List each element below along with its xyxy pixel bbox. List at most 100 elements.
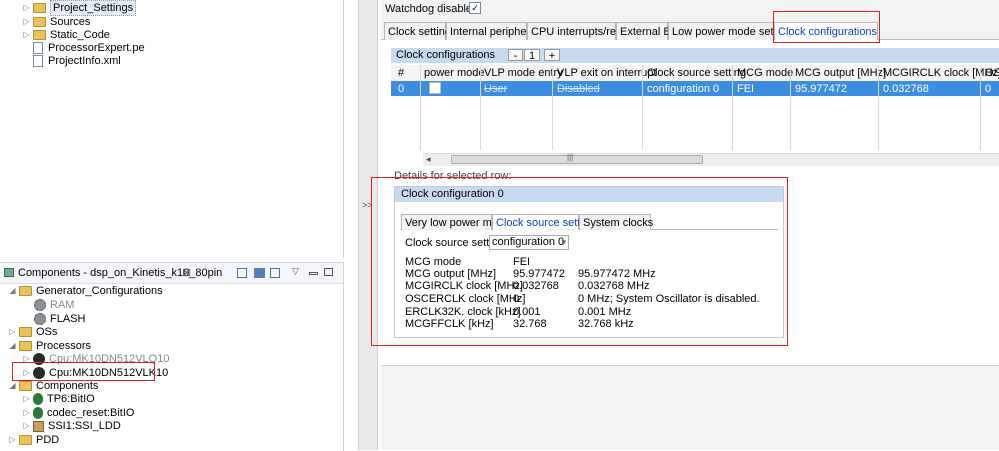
tab-clock-settings[interactable]: Clock settings: [384, 22, 456, 40]
minimize-icon[interactable]: [309, 272, 318, 275]
tree-item-label: Static_Code: [50, 29, 110, 41]
column-header-mcg-output[interactable]: MCG output [MHz]: [795, 66, 886, 81]
clock-source-setting-select[interactable]: configuration 0 ▾: [489, 235, 569, 250]
tree-item-label: ProcessorExpert.pe: [48, 42, 145, 54]
remove-row-button[interactable]: -: [508, 49, 523, 62]
panel-splitter[interactable]: >>: [358, 0, 378, 450]
tab-external-bus[interactable]: External Bus: [616, 22, 682, 40]
add-row-button[interactable]: +: [544, 49, 560, 62]
column-divider: [480, 65, 481, 150]
expand-arrow-icon[interactable]: ▷: [22, 366, 31, 380]
tree-item-flash[interactable]: FLASH: [34, 312, 85, 326]
scroll-left-icon[interactable]: ◂: [426, 154, 431, 165]
collapse-arrow-icon[interactable]: ◢: [8, 339, 17, 353]
row-count-field[interactable]: 1: [524, 49, 540, 62]
cell-mcgirclk: 0.032768: [883, 83, 929, 95]
expand-arrow-icon[interactable]: ▷: [22, 352, 31, 366]
expand-splitter-icon[interactable]: >>: [362, 200, 373, 210]
tab-system-clocks[interactable]: System clocks: [579, 214, 653, 230]
details-label: Details for selected row:: [394, 170, 512, 182]
folder-icon: [33, 3, 46, 13]
detail-value: FEI: [513, 256, 531, 268]
tree-item-sources[interactable]: ▷ Sources: [22, 15, 90, 29]
collapse-arrow-icon[interactable]: ◢: [8, 284, 17, 298]
expand-arrow-icon[interactable]: ▷: [22, 15, 31, 29]
tree-item-tp6[interactable]: ▷ TP6:BitIO: [22, 392, 95, 406]
scrollbar-thumb[interactable]: |||: [451, 153, 703, 164]
detail-name: MCG mode: [405, 256, 462, 268]
tree-item-codec-reset[interactable]: ▷ codec_reset:BitIO: [22, 406, 134, 420]
bean-icon: [33, 407, 43, 419]
column-header-mcgirclk[interactable]: MCGIRCLK clock [MHz]: [883, 66, 999, 81]
expand-arrow-icon[interactable]: ▷: [22, 419, 31, 433]
expand-arrow-icon[interactable]: ▷: [8, 325, 17, 339]
detail-name: OSCERCLK clock [MHz]: [405, 293, 526, 305]
filter-icon[interactable]: [270, 268, 280, 278]
expand-arrow-icon[interactable]: ▷: [22, 406, 31, 420]
detail-value: 0.001: [513, 306, 541, 318]
column-header-mcg-mode[interactable]: MCG mode: [737, 66, 793, 81]
tree-item-oss[interactable]: ▷ OSs: [8, 325, 57, 339]
tab-very-low-power-mode[interactable]: Very low power mode: [401, 214, 510, 230]
tree-item-generator-configurations[interactable]: ◢ Generator_Configurations: [8, 284, 162, 298]
detail-description: 0.032768 MHz: [578, 280, 650, 292]
folder-icon: [19, 381, 32, 391]
watchdog-checkbox[interactable]: ✓: [469, 2, 481, 14]
tree-item-pdd[interactable]: ▷ PDD: [8, 433, 59, 447]
tree-item-processors[interactable]: ◢ Processors: [8, 339, 91, 353]
tree-item-projectinfo-xml[interactable]: ProjectInfo.xml: [33, 54, 121, 68]
folder-icon: [19, 327, 32, 337]
detail-name: ERCLK32K. clock [kHz]: [405, 306, 521, 318]
tree-item-label: SSI1:SSI_LDD: [48, 420, 121, 432]
collapse-all-icon[interactable]: [237, 268, 247, 278]
tree-item-label: codec_reset:BitIO: [47, 407, 135, 419]
column-header-power-mode[interactable]: power mode: [424, 66, 485, 81]
horizontal-scrollbar[interactable]: ◂ |||: [423, 153, 999, 166]
tree-item-label: OSs: [36, 326, 58, 338]
column-header-vlp-mode-entry[interactable]: VLP mode entry: [484, 66, 563, 81]
clock-source-setting-value: configuration 0: [492, 236, 565, 248]
detail-value: 32.768: [513, 318, 547, 330]
checkmark-icon: ✓: [471, 3, 479, 13]
expand-arrow-icon[interactable]: ▷: [22, 1, 31, 15]
tree-item-components[interactable]: ◢ Components: [8, 379, 98, 393]
detail-description: 32.768 kHz: [578, 318, 634, 330]
cpu-icon: [33, 367, 45, 379]
tree-item-label: Sources: [50, 16, 91, 28]
cell-vlp-mode-entry: User: [484, 83, 508, 95]
tree-item-static-code[interactable]: ▷ Static_Code: [22, 28, 110, 42]
tab-internal-peripherals[interactable]: Internal peripherals: [446, 22, 544, 40]
expand-arrow-icon[interactable]: ▷: [22, 28, 31, 42]
maximize-icon[interactable]: [324, 268, 333, 276]
expand-arrow-icon[interactable]: ▷: [22, 392, 31, 406]
tree-item-processorexpert-pe[interactable]: ProcessorExpert.pe: [33, 41, 145, 55]
file-icon: [33, 42, 43, 54]
tree-item-cpu-vlq10[interactable]: ▷ Cpu:MK10DN512VLQ10: [22, 352, 169, 366]
collapse-arrow-icon[interactable]: ◢: [8, 379, 17, 393]
watchdog-label: Watchdog disable: [385, 3, 473, 15]
folder-icon: [33, 17, 46, 27]
expand-arrow-icon[interactable]: ▷: [8, 433, 17, 447]
tree-item-project-settings[interactable]: ▷ Project_Settings: [22, 0, 137, 16]
tree-item-label: Project_Settings: [50, 0, 137, 16]
tree-item-label: RAM: [50, 299, 75, 311]
link-icon[interactable]: [254, 268, 265, 278]
view-menu-icon[interactable]: ▽: [292, 266, 299, 277]
close-view-icon[interactable]: ⊠: [182, 266, 191, 279]
tab-clock-configurations[interactable]: Clock configurations: [774, 22, 878, 40]
column-header-index[interactable]: #: [398, 66, 404, 81]
tree-item-ssi1[interactable]: ▷ SSI1:SSI_LDD: [22, 419, 121, 433]
column-divider: [790, 65, 791, 150]
components-panel-title: Components - dsp_on_Kinetis_k10_80pin: [18, 267, 223, 279]
tree-item-cpu-vlk10[interactable]: ▷ Cpu:MK10DN512VLK10: [22, 366, 168, 380]
column-header-osc[interactable]: OSC: [985, 66, 999, 81]
detail-value: 0: [513, 293, 520, 305]
tab-low-power-mode[interactable]: Low power mode settings: [668, 22, 797, 40]
tab-cpu-interrupts[interactable]: CPU interrupts/resets: [527, 22, 636, 40]
tab-clock-source-setting[interactable]: Clock source setting: [492, 214, 595, 230]
column-divider: [642, 65, 643, 150]
power-mode-cell-editor[interactable]: [429, 82, 441, 94]
chevron-down-icon[interactable]: ▾: [561, 236, 566, 249]
tree-item-ram[interactable]: RAM: [34, 298, 74, 312]
column-divider: [420, 65, 421, 150]
